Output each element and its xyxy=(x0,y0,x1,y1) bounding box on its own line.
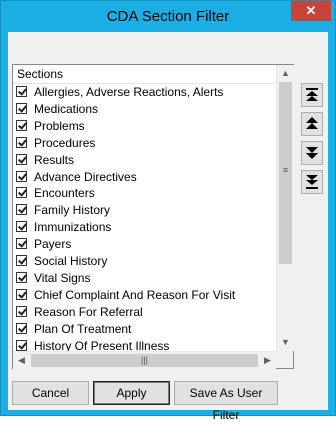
section-checkbox[interactable] xyxy=(16,102,27,114)
column-header-label: Sections xyxy=(17,67,64,81)
list-item[interactable]: Problems xyxy=(13,118,276,135)
section-label: Procedures xyxy=(34,135,96,150)
cancel-button[interactable]: Cancel xyxy=(12,381,89,405)
list-item[interactable]: Medications xyxy=(13,101,276,118)
section-label: Plan Of Treatment xyxy=(34,321,132,336)
section-label: Social History xyxy=(34,254,108,268)
section-label: Results xyxy=(34,152,75,167)
list-item[interactable]: Reason For Referral xyxy=(13,304,276,321)
scroll-up-icon[interactable]: ▲ xyxy=(277,65,294,82)
section-label: Vital Signs xyxy=(34,270,91,285)
scrollbar-corner xyxy=(276,351,293,368)
vertical-scrollbar[interactable]: ▲ ≡ ▼ xyxy=(276,65,294,351)
grip-icon: ≡ xyxy=(282,165,289,175)
section-checkbox[interactable] xyxy=(16,136,27,148)
list-item[interactable]: Plan Of Treatment xyxy=(13,321,276,338)
dialog-body: Sections Allergies, Adverse Reactions, A… xyxy=(8,32,328,422)
scroll-down-icon[interactable]: ▼ xyxy=(277,334,294,351)
close-icon: ✕ xyxy=(305,3,317,18)
section-label: Immunizations xyxy=(34,220,112,235)
section-checkbox[interactable] xyxy=(16,119,27,131)
list-item[interactable]: Results xyxy=(13,152,276,169)
list-item[interactable]: Advance Directives xyxy=(13,169,276,186)
save-as-user-filter-button[interactable]: Save As User Filter xyxy=(174,381,278,422)
list-item[interactable]: Allergies, Adverse Reactions, Alerts xyxy=(13,84,276,101)
section-label: Encounters xyxy=(34,186,95,201)
list-item[interactable]: Social History xyxy=(13,253,276,270)
section-checkbox[interactable] xyxy=(16,288,27,300)
section-checkbox[interactable] xyxy=(16,305,27,317)
dialog-window: CDA Section Filter ✕ Sections Allergies,… xyxy=(0,0,336,422)
move-to-bottom-icon xyxy=(306,175,318,189)
grip-icon: ||| xyxy=(140,355,148,365)
section-checkbox[interactable] xyxy=(16,238,27,250)
move-down-icon xyxy=(306,147,318,159)
section-checkbox[interactable] xyxy=(16,204,27,216)
move-down-button[interactable] xyxy=(301,141,323,165)
section-checkbox[interactable] xyxy=(16,255,27,266)
horizontal-scrollbar[interactable]: ◀ ||| ▶ xyxy=(13,351,276,369)
vertical-scroll-thumb[interactable]: ≡ xyxy=(279,82,292,264)
move-to-top-button[interactable] xyxy=(301,83,323,107)
section-label: Allergies, Adverse Reactions, Alerts xyxy=(34,85,224,99)
list-item[interactable]: Immunizations xyxy=(13,219,276,236)
section-checkbox[interactable] xyxy=(16,187,27,199)
section-label: Medications xyxy=(34,101,99,116)
list-item[interactable]: Chief Complaint And Reason For Visit xyxy=(13,287,276,304)
move-to-bottom-button[interactable] xyxy=(301,170,323,194)
apply-button[interactable]: Apply xyxy=(93,381,170,405)
section-checkbox[interactable] xyxy=(16,221,27,233)
move-up-button[interactable] xyxy=(301,112,323,136)
horizontal-scroll-thumb[interactable]: ||| xyxy=(31,354,258,367)
close-button[interactable]: ✕ xyxy=(291,1,331,21)
section-label: Payers xyxy=(34,237,72,252)
list-item[interactable]: Procedures xyxy=(13,135,276,152)
move-up-icon xyxy=(306,117,318,129)
scroll-left-icon[interactable]: ◀ xyxy=(13,352,30,369)
section-label: Advance Directives xyxy=(34,169,137,184)
list-item[interactable]: History Of Present Illness xyxy=(13,338,276,353)
title-bar[interactable]: CDA Section Filter ✕ xyxy=(1,1,335,32)
list-rows: Allergies, Adverse Reactions, Alerts Medi… xyxy=(13,84,276,352)
sections-list: Sections Allergies, Adverse Reactions, A… xyxy=(12,64,294,369)
section-checkbox[interactable] xyxy=(16,271,27,283)
section-checkbox[interactable] xyxy=(16,339,27,351)
move-to-top-icon xyxy=(306,88,318,101)
section-label: Chief Complaint And Reason For Visit xyxy=(34,287,236,302)
list-item[interactable]: Encounters xyxy=(13,185,276,202)
scroll-right-icon[interactable]: ▶ xyxy=(259,352,276,369)
window-title: CDA Section Filter xyxy=(106,8,230,25)
section-label: Family History xyxy=(34,203,111,218)
column-header-sections[interactable]: Sections xyxy=(13,65,276,84)
section-label: History Of Present Illness xyxy=(34,338,170,353)
list-item[interactable]: Family History xyxy=(13,202,276,219)
section-checkbox[interactable] xyxy=(16,322,27,334)
section-label: Reason For Referral xyxy=(34,304,143,319)
list-item[interactable]: Vital Signs xyxy=(13,270,276,287)
list-item[interactable]: Payers xyxy=(13,236,276,253)
section-checkbox[interactable] xyxy=(16,170,27,182)
section-checkbox[interactable] xyxy=(16,86,27,97)
section-label: Problems xyxy=(34,118,85,133)
section-checkbox[interactable] xyxy=(16,153,27,165)
